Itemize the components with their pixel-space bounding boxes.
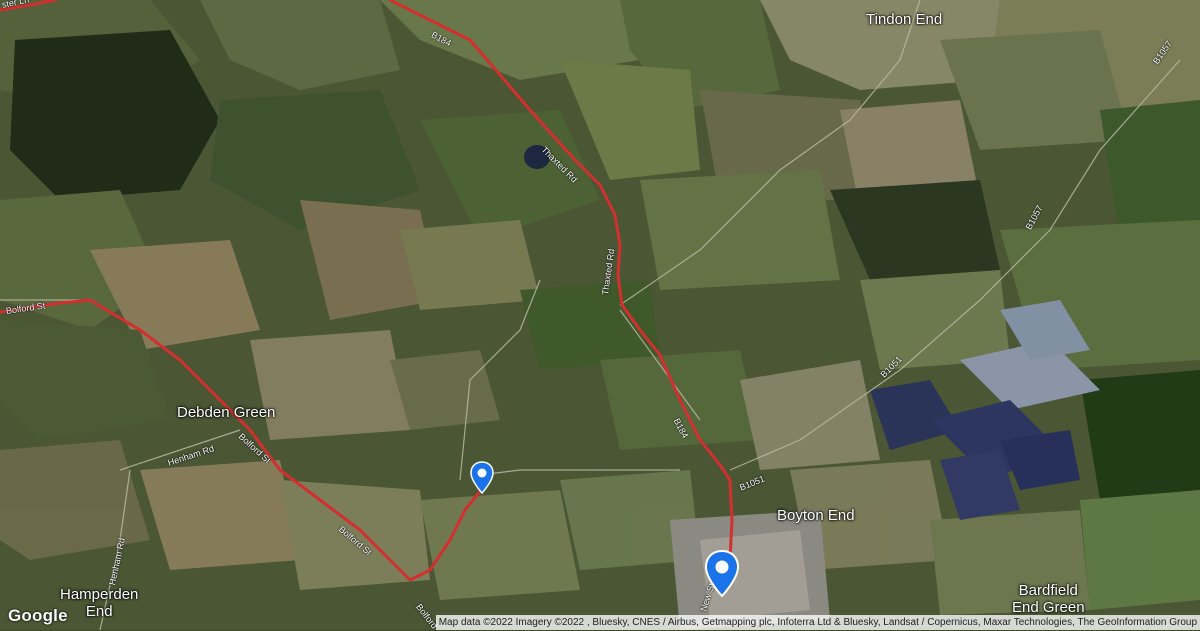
place-label-hamperden-end: Hamperden End — [60, 586, 138, 620]
village-buildings — [670, 510, 830, 630]
map-pin-icon — [704, 549, 740, 598]
place-label-bardfield-line2: End Green — [1012, 599, 1085, 616]
place-label-bardfield-line1: Bardfield — [1018, 582, 1078, 599]
place-label-debden-green: Debden Green — [177, 404, 276, 421]
satellite-map[interactable] — [0, 0, 1200, 630]
map-pin-icon — [470, 461, 494, 495]
place-label-tindon-end: Tindon End — [866, 11, 943, 28]
place-label-boyton-end: Boyton End — [777, 507, 855, 524]
google-logo: Google — [8, 606, 68, 625]
place-label-hamperden-line1: Hamperden — [60, 586, 139, 603]
map-attribution: Map data ©2022 Imagery ©2022 , Bluesky, … — [435, 615, 1200, 630]
start-marker[interactable] — [469, 461, 495, 495]
place-label-bardfield-end-green: Bardfield End Green — [1012, 582, 1085, 616]
destination-marker[interactable] — [703, 549, 741, 598]
place-label-hamperden-line2: End — [85, 603, 113, 620]
